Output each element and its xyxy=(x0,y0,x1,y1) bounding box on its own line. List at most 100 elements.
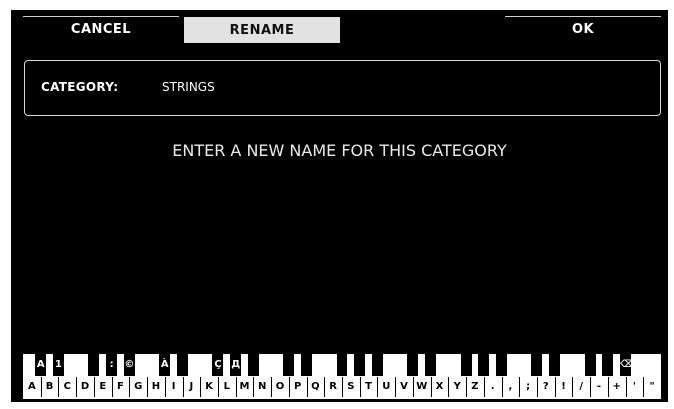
white-key[interactable]: K xyxy=(200,377,218,397)
white-key[interactable]: L xyxy=(218,377,236,397)
black-key[interactable] xyxy=(301,354,313,376)
white-key[interactable]: S xyxy=(342,377,360,397)
white-key[interactable]: G xyxy=(129,377,147,397)
black-key[interactable] xyxy=(496,354,507,376)
white-key[interactable]: , xyxy=(502,377,520,397)
black-key[interactable]: ⌫ xyxy=(620,354,634,376)
key-separator xyxy=(129,377,131,397)
key-separator xyxy=(271,377,273,397)
category-label: CATEGORY: xyxy=(41,80,119,94)
black-key[interactable]: 1 xyxy=(52,354,64,376)
category-field[interactable]: CATEGORY: STRINGS xyxy=(24,60,661,116)
white-key[interactable]: T xyxy=(360,377,378,397)
white-key[interactable]: ; xyxy=(519,377,537,397)
white-key[interactable]: " xyxy=(643,377,661,397)
key-separator xyxy=(625,377,627,397)
black-key[interactable] xyxy=(531,354,543,376)
white-key[interactable]: Z xyxy=(466,377,484,397)
white-key[interactable]: H xyxy=(147,377,165,397)
key-separator xyxy=(164,377,166,397)
white-key[interactable]: - xyxy=(590,377,608,397)
key-separator xyxy=(607,377,609,397)
key-separator xyxy=(483,377,485,397)
prompt-text: ENTER A NEW NAME FOR THIS CATEGORY xyxy=(172,141,507,160)
key-separator xyxy=(235,377,237,397)
black-key[interactable] xyxy=(407,354,419,376)
key-separator xyxy=(147,377,149,397)
key-separator xyxy=(430,377,432,397)
white-key[interactable]: ! xyxy=(555,377,573,397)
screen: CANCEL RENAME OK CATEGORY: STRINGS ENTER… xyxy=(11,10,668,402)
white-key[interactable]: + xyxy=(608,377,626,397)
white-key[interactable]: / xyxy=(572,377,590,397)
black-key[interactable] xyxy=(371,354,383,376)
key-separator xyxy=(76,377,78,397)
white-key[interactable]: A xyxy=(23,377,41,397)
black-key[interactable] xyxy=(549,354,561,376)
key-separator xyxy=(306,377,308,397)
white-key[interactable]: B xyxy=(41,377,59,397)
key-separator xyxy=(448,377,450,397)
white-key[interactable]: Q xyxy=(307,377,325,397)
white-key[interactable]: F xyxy=(112,377,130,397)
white-key[interactable]: V xyxy=(395,377,413,397)
white-key[interactable]: N xyxy=(253,377,271,397)
key-separator xyxy=(40,377,42,397)
key-separator xyxy=(412,377,414,397)
key-separator xyxy=(253,377,255,397)
white-key[interactable]: D xyxy=(76,377,94,397)
key-separator xyxy=(466,377,468,397)
key-separator xyxy=(590,377,592,397)
white-key[interactable]: Y xyxy=(448,377,466,397)
key-separator xyxy=(182,377,184,397)
white-key[interactable]: E xyxy=(94,377,112,397)
piano-keyboard[interactable]: A B C D E F G H I J K L M N O P Q R S T U V W X Y Z.,;?! / - + ' " A 1: ©… xyxy=(23,354,661,399)
key-separator xyxy=(519,377,521,397)
cancel-button[interactable]: CANCEL xyxy=(23,16,179,42)
rename-button[interactable]: RENAME xyxy=(184,17,340,43)
key-separator xyxy=(536,377,538,397)
category-name-value: STRINGS xyxy=(162,80,215,94)
black-key[interactable]: : xyxy=(106,354,118,376)
white-key[interactable]: I xyxy=(165,377,183,397)
black-key[interactable]: © xyxy=(123,354,135,376)
white-key[interactable]: J xyxy=(183,377,201,397)
black-key[interactable]: Ç xyxy=(212,354,224,376)
key-separator xyxy=(554,377,556,397)
black-key[interactable] xyxy=(283,354,295,376)
white-key[interactable]: ? xyxy=(537,377,555,397)
black-key[interactable]: Д xyxy=(230,354,242,376)
key-separator xyxy=(58,377,60,397)
white-key[interactable]: X xyxy=(431,377,449,397)
key-separator xyxy=(359,377,361,397)
key-separator xyxy=(395,377,397,397)
black-key[interactable] xyxy=(247,354,259,376)
white-key[interactable]: P xyxy=(289,377,307,397)
key-separator xyxy=(572,377,574,397)
key-separator xyxy=(200,377,202,397)
black-key[interactable] xyxy=(177,354,188,376)
key-separator xyxy=(643,377,645,397)
white-key[interactable]: ' xyxy=(626,377,644,397)
black-key[interactable] xyxy=(478,354,490,376)
key-separator xyxy=(93,377,95,397)
black-key[interactable] xyxy=(88,354,100,376)
black-key[interactable] xyxy=(460,354,472,376)
white-key[interactable]: . xyxy=(484,377,502,397)
ok-button[interactable]: OK xyxy=(505,16,661,42)
key-separator xyxy=(501,377,503,397)
black-key[interactable] xyxy=(584,354,596,376)
key-separator xyxy=(377,377,379,397)
white-key[interactable]: C xyxy=(58,377,76,397)
black-key[interactable] xyxy=(336,354,348,376)
white-key[interactable]: W xyxy=(413,377,431,397)
black-key[interactable] xyxy=(425,354,437,376)
black-key[interactable]: À xyxy=(159,354,171,376)
black-key[interactable] xyxy=(354,354,366,376)
black-key[interactable]: A xyxy=(35,354,47,376)
black-key[interactable] xyxy=(602,354,614,376)
white-key[interactable]: M xyxy=(236,377,254,397)
white-key[interactable]: U xyxy=(377,377,395,397)
white-key[interactable]: R xyxy=(324,377,342,397)
white-key[interactable]: O xyxy=(271,377,289,397)
